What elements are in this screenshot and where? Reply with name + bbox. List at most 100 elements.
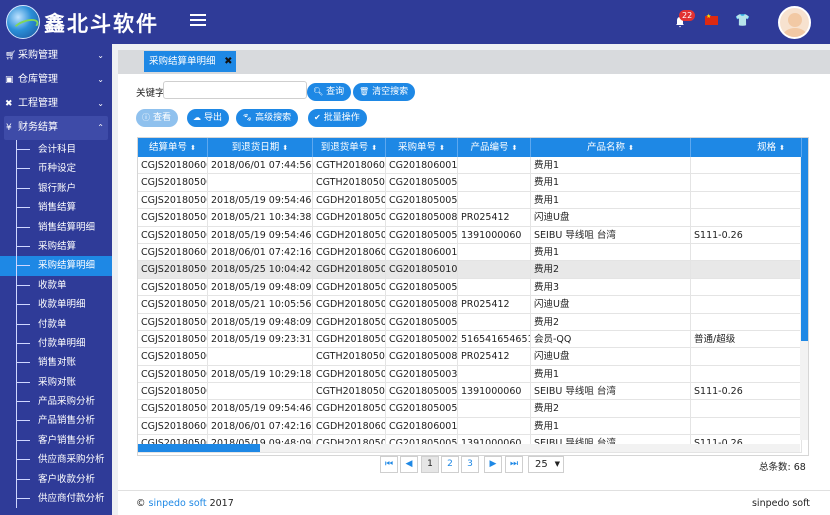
table-cell: 费用2: [531, 313, 691, 331]
table-cell: 2018/05/19 09:54:46: [208, 226, 313, 244]
table-row[interactable]: CGJS20180500 2018/05/19 10:29:18 CGDH20180…: [138, 365, 802, 384]
table-row[interactable]: CGJS20180500 2018/05/19 09:54:46 CGDH20180…: [138, 191, 802, 210]
sidebar-item[interactable]: 销售结算明细: [0, 217, 112, 238]
sort-icon[interactable]: ⬍: [190, 144, 196, 152]
sidebar-item[interactable]: 币种设定: [0, 159, 112, 180]
sidebar-item[interactable]: 收款单: [0, 275, 112, 296]
table-cell: CGDH20180500: [313, 226, 386, 244]
page-size-select[interactable]: 25 ▼: [528, 456, 564, 473]
sort-icon[interactable]: ⬍: [512, 144, 518, 152]
advanced-search-button[interactable]: 🐾︎ 高级搜索: [236, 109, 299, 127]
column-header[interactable]: 采购单号 ⬍: [386, 138, 458, 157]
prev-page-button[interactable]: ◀: [400, 456, 418, 473]
first-page-button[interactable]: ⏮: [380, 456, 398, 473]
sidebar-item[interactable]: 产品采购分析: [0, 392, 112, 412]
table-row[interactable]: CGJS20180500 CGTH20180500 CG201805008 PR025…: [138, 348, 802, 366]
sidebar-item[interactable]: 客户销售分析: [0, 430, 112, 451]
sidebar-item[interactable]: 采购结算: [0, 236, 112, 257]
sidebar-item[interactable]: 收款单明细: [0, 295, 112, 315]
company-link[interactable]: sinpedo soft: [149, 498, 207, 509]
horizontal-scrollbar[interactable]: [138, 444, 800, 452]
batch-operation-button[interactable]: ✔ 批量操作: [308, 109, 367, 127]
sidebar-item[interactable]: 付款单: [0, 314, 112, 335]
clear-search-button[interactable]: 🗑︎ 清空搜索: [353, 83, 416, 101]
sidebar-item[interactable]: 会计科目: [0, 140, 112, 160]
sidebar-item[interactable]: 采购结算明细: [0, 256, 112, 277]
table-row[interactable]: CGJS20180600 2018/06/01 07:44:56 CGTH20180…: [138, 157, 802, 175]
table-cell: 费用1: [531, 243, 691, 262]
sidebar-group-1[interactable]: ▣ 仓库管理 ⌄: [0, 68, 112, 92]
sort-icon[interactable]: ⬍: [371, 144, 377, 152]
table-row[interactable]: CGJS20180500 2018/05/19 09:23:31 CGDH20180…: [138, 330, 802, 349]
table-row[interactable]: CGJS20180500 2018/05/21 10:05:56 CGDH20180…: [138, 296, 802, 314]
sidebar-item[interactable]: 采购对账: [0, 372, 112, 393]
sidebar-item[interactable]: 销售对账: [0, 353, 112, 374]
sidebar-group-label: 工程管理: [18, 98, 58, 109]
table-row[interactable]: CGJS20180500 2018/05/19 09:54:46 CGDH20180…: [138, 400, 802, 418]
menu-toggle-icon[interactable]: [190, 14, 206, 28]
query-button[interactable]: 🔍︎ 查询: [307, 83, 352, 101]
table-row[interactable]: CGJS20180500 CGTH20180500 CG201805005 13910…: [138, 383, 802, 401]
last-page-button[interactable]: ⏭: [505, 456, 523, 473]
sidebar-item[interactable]: 产品销售分析: [0, 411, 112, 432]
table-row[interactable]: CGJS20180500 2018/05/21 10:34:38 CGDH20180…: [138, 209, 802, 227]
sidebar-item[interactable]: 销售结算: [0, 198, 112, 218]
sidebar-group-0[interactable]: 🛒︎ 采购管理 ⌄: [0, 44, 112, 68]
column-header[interactable]: 产品编号 ⬍: [458, 138, 531, 157]
table-row[interactable]: CGJS201805002018/05/19 09:48:09CGDH20180…: [138, 313, 802, 331]
sidebar-group-label: 仓库管理: [18, 74, 58, 85]
table-row[interactable]: CGJS20180600 2018/06/01 07:42:16 CGDH20180…: [138, 417, 802, 436]
export-button[interactable]: ☁ 导出: [187, 109, 230, 127]
column-header[interactable]: 到退货单号 ⬍: [313, 138, 386, 157]
search-icon: 🔍︎: [313, 87, 324, 96]
theme-shirt-icon[interactable]: 👕: [735, 13, 750, 27]
china-flag-icon[interactable]: [705, 13, 718, 25]
table-cell: CG201805005: [386, 383, 458, 401]
column-header[interactable]: 产品名称 ⬍: [531, 138, 691, 157]
table-cell: 2018/05/19 09:48:09: [208, 313, 313, 331]
column-header[interactable]: 到退货日期 ⬍: [208, 138, 313, 157]
table-cell: 费用1: [531, 157, 691, 175]
sidebar-item[interactable]: 供应商采购分析: [0, 450, 112, 471]
table-cell: CGJS20180500: [138, 174, 208, 192]
column-header[interactable]: 规格 ⬍: [691, 138, 802, 157]
sidebar-group-label: 财务结算: [18, 122, 58, 133]
table-cell: CG201806001: [386, 417, 458, 436]
sort-icon[interactable]: ⬍: [439, 144, 445, 152]
sort-icon[interactable]: ⬍: [779, 144, 785, 152]
table-row[interactable]: CGJS201805002018/05/19 09:48:09CGDH20180…: [138, 278, 802, 297]
sort-icon[interactable]: ⬍: [628, 144, 634, 152]
vertical-scroll-thumb[interactable]: [801, 157, 808, 341]
table-cell: CG201805008: [386, 296, 458, 314]
table-row[interactable]: CGJS20180500 CGTH20180500 CG201805005 费用1: [138, 174, 802, 192]
sidebar-group-3[interactable]: ¥ 财务结算 ⌃: [4, 116, 108, 140]
sidebar-item[interactable]: 客户收款分析: [0, 469, 112, 490]
user-avatar[interactable]: [778, 6, 811, 39]
next-page-button[interactable]: ▶: [484, 456, 502, 473]
column-header[interactable]: 结算单号 ⬍: [138, 138, 208, 157]
sort-icon[interactable]: ⬍: [282, 144, 288, 152]
sidebar-item[interactable]: 付款单明细: [0, 333, 112, 354]
table-cell: 2018/05/19 10:29:18: [208, 365, 313, 384]
vertical-scrollbar[interactable]: [800, 157, 808, 440]
table-row[interactable]: CGJS20180600 2018/06/01 07:42:16 CGDH20180…: [138, 243, 802, 262]
page-2-button[interactable]: 2: [441, 456, 459, 473]
sidebar-item[interactable]: 银行账户: [0, 178, 112, 199]
page-1-button[interactable]: 1: [421, 456, 439, 473]
view-button[interactable]: ⓘ 查看: [136, 109, 179, 127]
table-body: CGJS20180600 2018/06/01 07:44:56 CGTH20180…: [138, 157, 802, 453]
table-cell: CGJS20180500: [138, 330, 208, 349]
table-cell: [691, 261, 802, 279]
table-row[interactable]: CGJS20180500 2018/05/19 09:54:46 CGDH20180…: [138, 226, 802, 244]
horizontal-scroll-thumb[interactable]: [138, 444, 260, 452]
tab-purchase-settlement-detail[interactable]: 采购结算单明细 ✖: [144, 51, 236, 72]
sidebar-item[interactable]: 供应商付款分析: [0, 489, 112, 509]
trash-icon: 🗑︎: [359, 87, 370, 96]
table-cell: [458, 313, 531, 331]
keyword-input[interactable]: [163, 81, 307, 99]
table-row[interactable]: CGJS20180500 2018/05/25 10:04:42 CGDH20180…: [138, 261, 802, 279]
sidebar-group-2[interactable]: ✖ 工程管理 ⌄: [0, 92, 112, 116]
table-cell: [691, 400, 802, 418]
page-3-button[interactable]: 3: [461, 456, 479, 473]
close-icon[interactable]: ✖: [224, 51, 232, 72]
